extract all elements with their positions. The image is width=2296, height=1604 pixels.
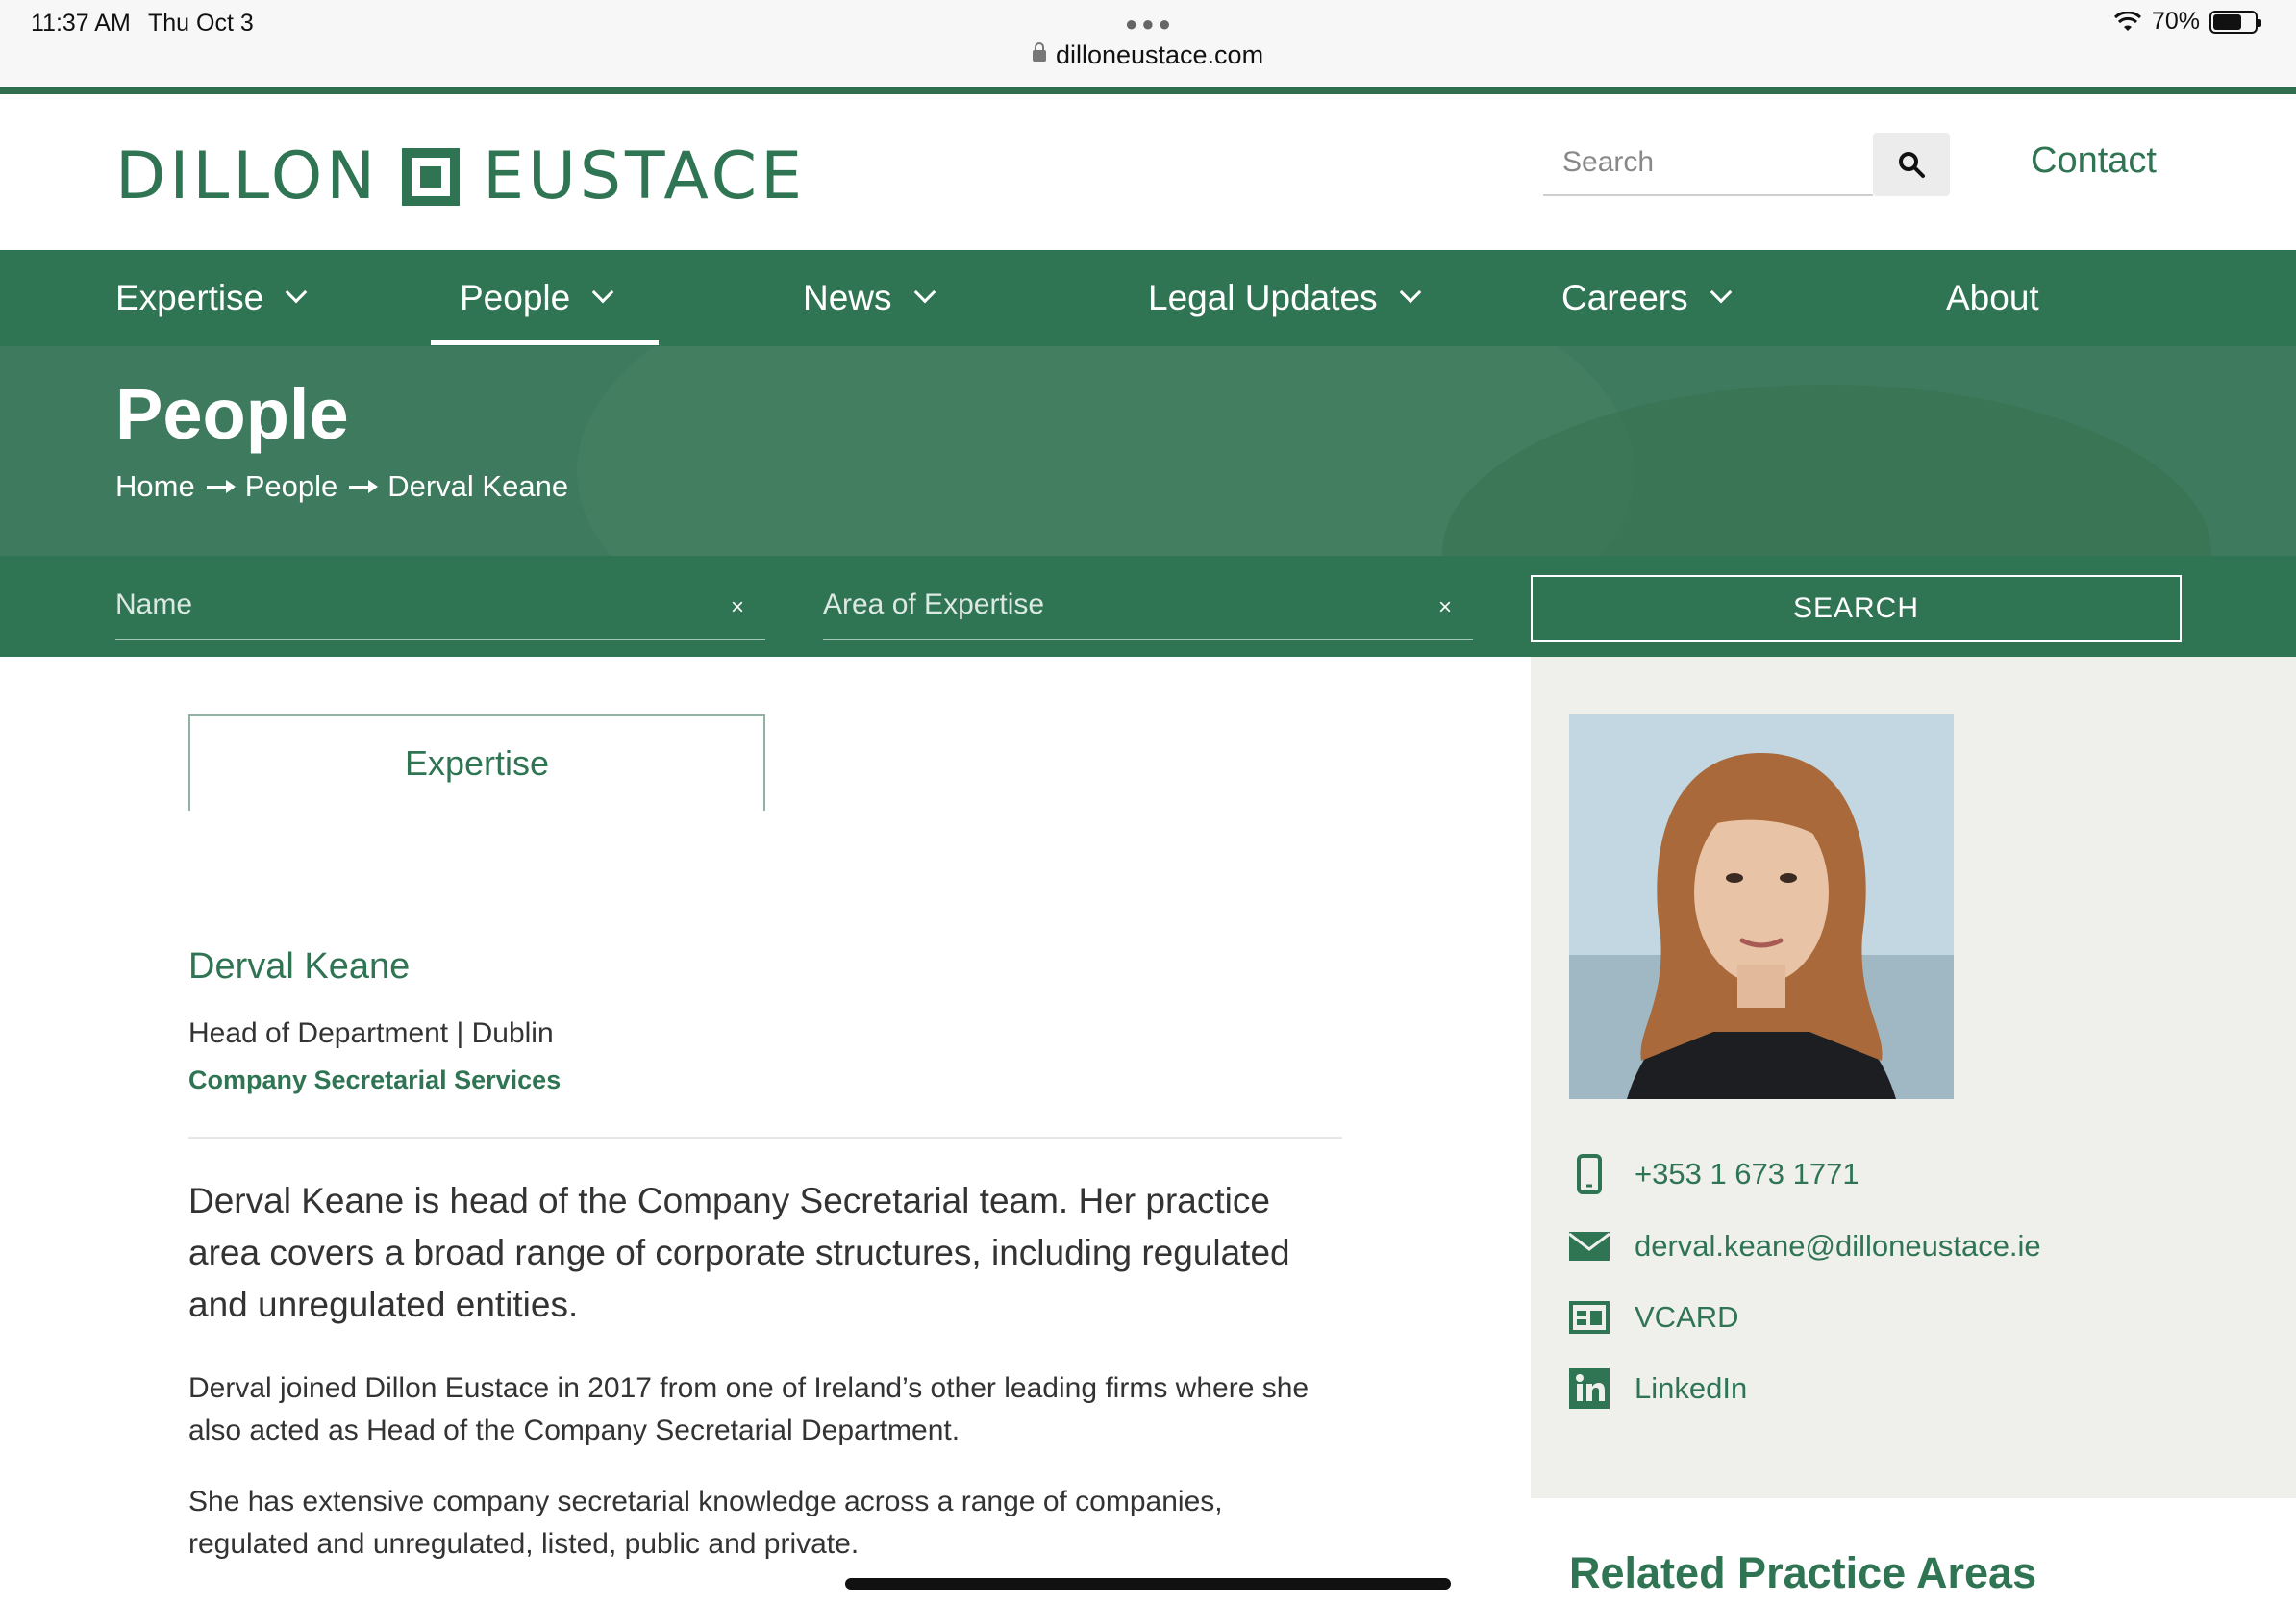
related-practice-areas-heading: Related Practice Areas (1569, 1548, 2037, 1597)
chevron-down-icon (285, 281, 308, 304)
nav-item-people[interactable]: People (460, 250, 614, 346)
linkedin-row[interactable]: LinkedIn (1569, 1368, 1747, 1409)
profile-photo (1569, 714, 1954, 1099)
search-button[interactable] (1873, 133, 1950, 196)
status-right: 70% (2113, 8, 2261, 36)
arrow-right-icon (206, 479, 236, 493)
portrait-image (1569, 714, 1954, 1099)
site-logo[interactable]: DILLON EUSTACE (115, 138, 806, 214)
clear-icon[interactable]: × (1438, 594, 1452, 621)
person-department-link[interactable]: Company Secretarial Services (188, 1065, 561, 1095)
filter-search-button[interactable]: SEARCH (1531, 575, 2182, 642)
battery-icon (2209, 10, 2261, 34)
vcard-row[interactable]: VCARD (1569, 1297, 1739, 1338)
tab-menu-dots-icon[interactable]: ●●● (1125, 12, 1175, 37)
clear-icon[interactable]: × (731, 594, 744, 621)
page-title: People (115, 374, 349, 454)
nav-item-news[interactable]: News (803, 250, 936, 346)
person-role: Head of Department | Dublin (188, 1017, 554, 1049)
breadcrumb-people[interactable]: People (245, 469, 338, 504)
expertise-filter-select[interactable]: Area of Expertise × (823, 581, 1473, 640)
bio-paragraph: She has extensive company secretarial kn… (188, 1486, 1223, 1560)
mobile-phone-icon (1569, 1154, 1610, 1194)
nav-item-about[interactable]: About (1946, 250, 2039, 346)
top-stripe (0, 87, 2296, 94)
person-name: Derval Keane (188, 946, 411, 987)
url-text: dilloneustace.com (1055, 40, 1264, 69)
nav-item-label: News (803, 278, 892, 317)
nav-item-careers[interactable]: Careers (1561, 250, 1732, 346)
site-header: DILLON EUSTACE Search Contact (0, 94, 2296, 250)
breadcrumb-home[interactable]: Home (115, 469, 195, 504)
nav-item-expertise[interactable]: Expertise (115, 250, 308, 346)
linkedin-link[interactable]: LinkedIn (1635, 1371, 1747, 1406)
envelope-icon (1569, 1226, 1610, 1266)
search-icon (1899, 152, 1925, 178)
name-filter-placeholder: Name (115, 589, 193, 620)
chevron-down-icon (1710, 281, 1732, 304)
chevron-down-icon (591, 281, 614, 304)
chevron-down-icon (1399, 281, 1421, 304)
status-date: Thu Oct 3 (148, 10, 254, 37)
nav-item-label: Legal Updates (1148, 278, 1378, 317)
phone-row[interactable]: +353 1 673 1771 (1569, 1154, 1859, 1194)
wifi-icon (2113, 11, 2141, 31)
chevron-down-icon (913, 281, 936, 304)
linkedin-icon (1569, 1368, 1610, 1409)
contact-link[interactable]: Contact (2031, 140, 2157, 182)
logo-text-right: EUSTACE (483, 138, 807, 214)
search-input[interactable]: Search (1543, 133, 1873, 196)
bio-paragraph: Derval joined Dillon Eustace in 2017 fro… (188, 1372, 1310, 1446)
people-filter-bar: Name × Area of Expertise × SEARCH (0, 556, 2296, 657)
phone-number[interactable]: +353 1 673 1771 (1635, 1157, 1859, 1191)
logo-mark-icon (402, 147, 461, 206)
email-address[interactable]: derval.keane@dilloneustace.ie (1635, 1229, 2041, 1264)
browser-status-bar: 11:37 AM Thu Oct 3 ●●● 70% dilloneustace… (0, 0, 2296, 87)
nav-item-label: Expertise (115, 278, 264, 317)
page-hero: People Home People Derval Keane (0, 346, 2296, 556)
id-card-icon (1569, 1297, 1610, 1338)
name-filter-input[interactable]: Name × (115, 581, 765, 640)
lock-icon (1032, 42, 1046, 62)
status-time: 11:37 AM (31, 10, 131, 37)
breadcrumb: Home People Derval Keane (115, 469, 568, 504)
nav-item-label: Careers (1561, 278, 1688, 317)
address-bar[interactable]: dilloneustace.com (0, 40, 2296, 70)
nav-active-underline (431, 340, 659, 345)
arrow-right-icon (349, 479, 379, 493)
divider (188, 1137, 1342, 1139)
nav-item-label: People (460, 278, 571, 317)
breadcrumb-current: Derval Keane (387, 469, 569, 503)
nav-item-legal-updates[interactable]: Legal Updates (1148, 250, 1421, 346)
vcard-link[interactable]: VCARD (1635, 1300, 1739, 1335)
battery-percent: 70% (2151, 8, 2200, 35)
logo-text-left: DILLON (115, 138, 380, 214)
main-nav: Expertise People News Legal Updates Care… (0, 250, 2296, 346)
home-indicator[interactable] (845, 1578, 1451, 1590)
expertise-filter-placeholder: Area of Expertise (823, 589, 1045, 620)
email-row[interactable]: derval.keane@dilloneustace.ie (1569, 1226, 2041, 1266)
nav-item-label: About (1946, 278, 2039, 317)
bio-lead: Derval Keane is head of the Company Secr… (188, 1181, 1290, 1324)
tab-expertise[interactable]: Expertise (188, 714, 765, 811)
